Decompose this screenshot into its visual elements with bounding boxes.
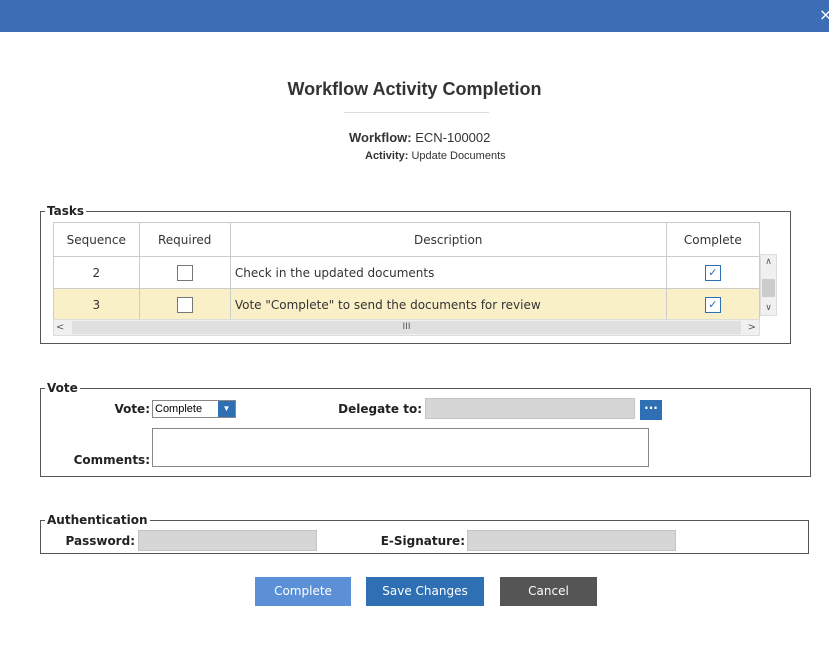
comments-field[interactable] bbox=[152, 428, 649, 467]
title-divider bbox=[344, 112, 489, 113]
dialog-title: Workflow Activity Completion bbox=[287, 79, 542, 99]
password-field[interactable] bbox=[138, 530, 317, 551]
complete-checkbox[interactable]: ✓ bbox=[704, 296, 721, 313]
sequence-cell: 2 bbox=[53, 256, 140, 289]
activity-value: Update Documents bbox=[411, 150, 506, 162]
column-header-required[interactable]: Required bbox=[138, 222, 231, 257]
required-checkbox[interactable] bbox=[176, 296, 193, 313]
vertical-scroll-thumb[interactable] bbox=[762, 279, 775, 297]
activity-label: Activity: bbox=[365, 150, 409, 162]
column-header-sequence[interactable]: Sequence bbox=[53, 222, 140, 257]
delegate-input[interactable] bbox=[425, 398, 635, 419]
complete-button[interactable]: Complete bbox=[255, 577, 351, 606]
tasks-header-row: Sequence Required Description Complete bbox=[53, 222, 761, 257]
table-row[interactable]: 2 Check in the updated documents ✓ bbox=[53, 256, 761, 289]
required-cell bbox=[138, 256, 231, 289]
tasks-vertical-scrollbar[interactable]: ∧ ∨ bbox=[760, 254, 777, 316]
delegate-label: Delegate to: bbox=[338, 402, 422, 416]
description-cell: Vote "Complete" to send the documents fo… bbox=[229, 288, 667, 321]
scroll-right-icon[interactable]: > bbox=[748, 320, 756, 335]
save-changes-button[interactable]: Save Changes bbox=[366, 577, 484, 606]
complete-cell: ✓ bbox=[665, 288, 761, 321]
complete-checkbox[interactable]: ✓ bbox=[704, 264, 721, 281]
complete-cell: ✓ bbox=[665, 256, 761, 289]
vote-select-value: Complete bbox=[155, 403, 203, 415]
authentication-legend: Authentication bbox=[47, 513, 148, 527]
activity-info: Activity: Update Documents bbox=[365, 150, 506, 162]
dialog-titlebar: × bbox=[0, 0, 829, 32]
workflow-info: Workflow: ECN-100002 bbox=[349, 130, 490, 145]
vote-legend: Vote bbox=[47, 381, 78, 395]
password-label: Password: bbox=[65, 534, 136, 548]
comments-label: Comments: bbox=[73, 453, 150, 467]
chevron-down-icon[interactable]: ▼ bbox=[218, 401, 235, 417]
tasks-horizontal-scrollbar[interactable]: < III > bbox=[53, 319, 760, 336]
description-cell: Check in the updated documents bbox=[229, 256, 667, 289]
esignature-field[interactable] bbox=[467, 530, 676, 551]
close-icon[interactable]: × bbox=[819, 7, 829, 23]
workflow-label: Workflow: bbox=[349, 130, 412, 145]
scroll-down-icon[interactable]: ∨ bbox=[761, 301, 776, 315]
horizontal-scroll-thumb[interactable]: III bbox=[72, 321, 741, 334]
column-header-description[interactable]: Description bbox=[229, 222, 667, 257]
vote-label: Vote: bbox=[114, 402, 150, 416]
column-header-complete[interactable]: Complete bbox=[665, 222, 761, 257]
tasks-legend: Tasks bbox=[47, 204, 85, 218]
scroll-left-icon[interactable]: < bbox=[56, 320, 64, 335]
sequence-cell: 3 bbox=[53, 288, 140, 321]
tasks-table: Sequence Required Description Complete 2… bbox=[53, 222, 761, 321]
table-row[interactable]: 3 Vote "Complete" to send the documents … bbox=[53, 288, 761, 321]
required-checkbox[interactable] bbox=[176, 264, 193, 281]
esignature-label: E-Signature: bbox=[380, 534, 465, 548]
vote-select[interactable]: Complete ▼ bbox=[152, 400, 236, 418]
scroll-up-icon[interactable]: ∧ bbox=[761, 255, 776, 269]
browse-button[interactable]: ··· bbox=[640, 400, 662, 420]
cancel-button[interactable]: Cancel bbox=[500, 577, 597, 606]
workflow-value: ECN-100002 bbox=[415, 130, 491, 145]
required-cell bbox=[138, 288, 231, 321]
